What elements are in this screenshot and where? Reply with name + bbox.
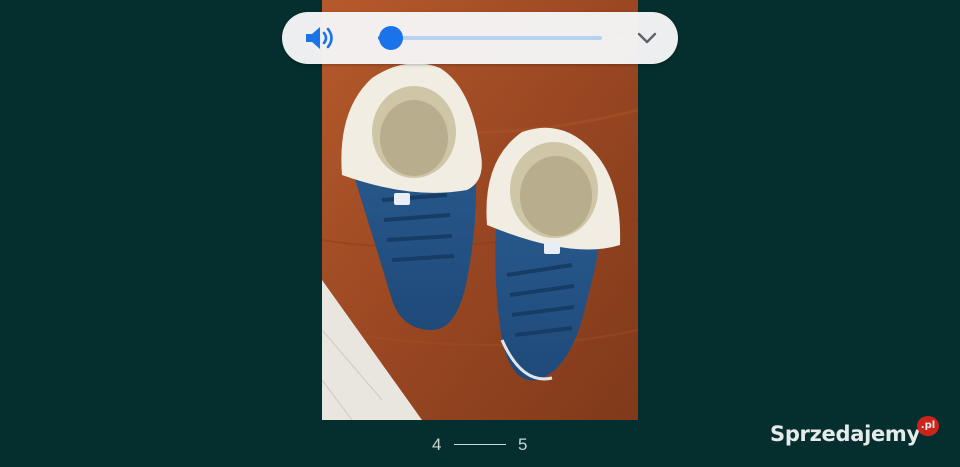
volume-slider-thumb[interactable] [379,26,404,50]
brand-watermark: Sprzedajemy .pl [770,416,950,452]
photo-viewer: 4 5 Sprzedajemy .pl [0,0,960,467]
volume-slider[interactable] [378,26,602,50]
next-page-number[interactable]: 5 [518,434,527,456]
speaker-volume-icon[interactable] [304,25,338,51]
watermark-tld-badge: .pl [917,416,939,436]
volume-panel [282,12,678,64]
current-page-number: 4 [432,435,442,454]
chevron-down-icon[interactable] [636,28,658,48]
pager-divider [454,444,506,445]
watermark-brand: Sprzedajemy [770,422,920,446]
